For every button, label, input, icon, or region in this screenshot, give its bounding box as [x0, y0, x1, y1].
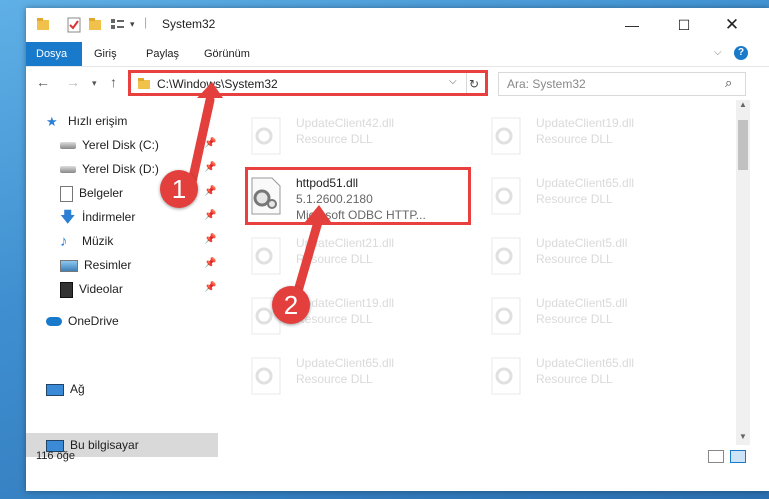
arrow-1-shaft [187, 95, 215, 187]
callout-badge-2: 2 [272, 286, 310, 324]
arrow-1-head [197, 82, 223, 98]
arrow-2-shaft [291, 217, 323, 303]
annotation-arrows [187, 82, 331, 303]
arrow-2-head [305, 205, 331, 222]
callout-badge-1: 1 [160, 170, 198, 208]
